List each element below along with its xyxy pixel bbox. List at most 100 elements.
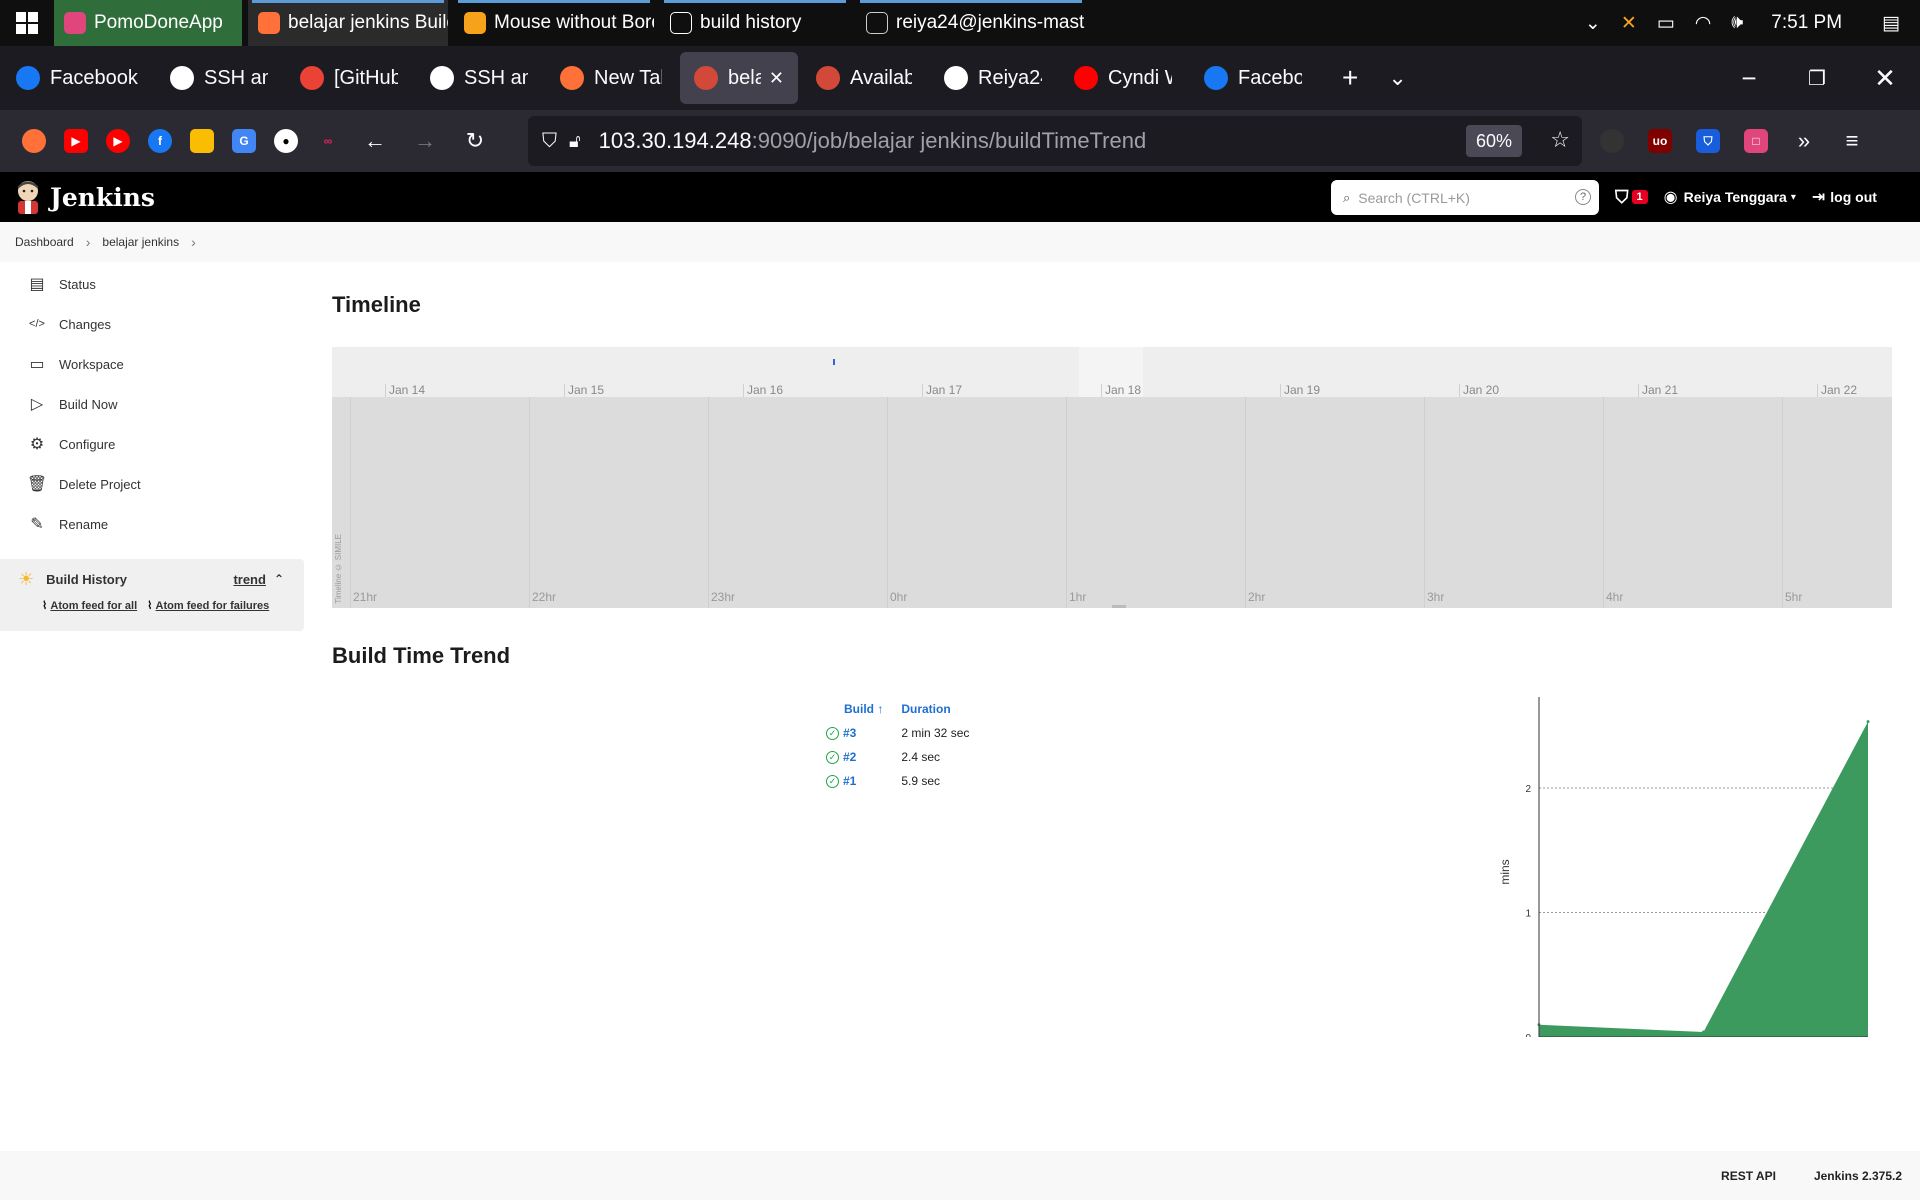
mouse-without-borders-tray-icon[interactable]: ✕ xyxy=(1621,12,1637,35)
user-name-link[interactable]: Reiya Tenggara xyxy=(1684,189,1787,205)
firefox-icon xyxy=(258,12,280,34)
browser-tab-label: belajar j xyxy=(728,66,761,89)
logout-link[interactable]: log out xyxy=(1830,189,1877,205)
app-menu-icon[interactable]: ≡ xyxy=(1840,120,1864,162)
search-input[interactable]: ⌕ Search (CTRL+K) ? xyxy=(1331,180,1599,215)
browser-tab[interactable]: Cyndi Wan xyxy=(1060,52,1186,104)
jenkins-logo[interactable]: Jenkins xyxy=(14,179,155,215)
timeline-grid-line xyxy=(1066,397,1067,608)
build-link[interactable]: #3 xyxy=(843,726,856,740)
reload-icon[interactable]: ↻ xyxy=(454,120,496,162)
jenkins-version-link[interactable]: Jenkins 2.375.2 xyxy=(1814,1169,1902,1183)
duration-column-header[interactable]: Duration xyxy=(893,702,977,720)
chevron-down-icon[interactable]: ▾ xyxy=(1791,192,1796,203)
timeline-grid-line xyxy=(529,397,530,608)
github-icon[interactable]: ● xyxy=(274,129,298,153)
logout-icon: ⇥ xyxy=(1811,189,1826,206)
breadcrumb-job[interactable]: belajar jenkins xyxy=(102,235,179,249)
taskbar-item[interactable]: PomoDoneApp xyxy=(54,0,242,46)
browser-tab[interactable]: Facebook xyxy=(1190,52,1316,104)
table-row: ✓ #3 2 min 32 sec xyxy=(818,722,977,744)
timeline-day-label: Jan 16 xyxy=(743,384,783,397)
side-task-delete-project[interactable]: 🗑︎ Delete Project xyxy=(0,464,304,504)
notifications-icon[interactable]: ▤ xyxy=(1882,12,1900,35)
browser-tab[interactable]: Reiya24/b xyxy=(930,52,1056,104)
taskbar-item-label: Mouse without Borde... xyxy=(494,12,654,33)
volume-icon[interactable]: 🕪 xyxy=(1731,12,1743,34)
pomodone-extension-icon[interactable]: □ xyxy=(1744,129,1768,153)
wifi-icon[interactable]: ◠ xyxy=(1695,12,1712,35)
taskbar-item[interactable]: Mouse without Borde... xyxy=(454,0,654,46)
build-column-header[interactable]: Build ↑ xyxy=(818,702,891,720)
taskbar-item[interactable]: build history xyxy=(660,0,850,46)
youtube-icon[interactable]: ▶ xyxy=(64,129,88,153)
side-task-rename[interactable]: ✎ Rename xyxy=(0,504,304,544)
close-window-button[interactable]: ✕ xyxy=(1851,46,1919,110)
side-task-build-now[interactable]: ▷ Build Now xyxy=(0,384,304,424)
browser-tab[interactable]: SSH and G xyxy=(416,52,542,104)
new-tab-button[interactable]: + xyxy=(1342,62,1358,94)
trend-link[interactable]: trend xyxy=(233,572,266,587)
extension-avatar-icon[interactable] xyxy=(1600,129,1624,153)
browser-tab[interactable]: SSH and G xyxy=(156,52,282,104)
side-task-label: Status xyxy=(59,276,96,292)
bookmark-star-icon[interactable]: ☆ xyxy=(1550,127,1570,153)
browser-tab[interactable]: New Tab xyxy=(546,52,676,104)
timeline-widget[interactable]: Jan 14 Jan 15 Jan 16 Jan 17 Jan 18 Jan 19 Jan … xyxy=(332,347,1892,608)
side-task-status[interactable]: ▤ Status xyxy=(0,264,304,304)
side-task-configure[interactable]: ⚙ Configure xyxy=(0,424,304,464)
help-icon[interactable]: ? xyxy=(1575,189,1591,205)
browser-tab-label: Cyndi Wan xyxy=(1108,66,1172,89)
list-all-tabs-icon[interactable]: ⌄ xyxy=(1388,65,1406,91)
chevron-down-icon[interactable]: ⌄ xyxy=(1585,12,1601,35)
ublock-icon[interactable]: uo xyxy=(1648,129,1672,153)
firefox-icon[interactable] xyxy=(22,129,46,153)
taskbar-item[interactable]: belajar jenkins Build ti... xyxy=(248,0,448,46)
user-avatar-icon: ◉ xyxy=(1663,189,1678,206)
browser-tab[interactable]: belajar j ✕ xyxy=(680,52,798,104)
browser-tab[interactable]: [GitHub] P xyxy=(286,52,412,104)
atom-feed-all-link[interactable]: Atom feed for all xyxy=(50,600,137,612)
minimize-button[interactable]: − xyxy=(1715,46,1783,110)
keep-icon[interactable] xyxy=(190,129,214,153)
clock[interactable]: 7:51 PM xyxy=(1771,12,1842,34)
extension-icon[interactable]: ∞ xyxy=(316,129,340,153)
build-link[interactable]: #1 xyxy=(843,774,856,788)
youtube-music-icon[interactable]: ▶ xyxy=(106,129,130,153)
insecure-lock-icon[interactable]: 🔓︎ xyxy=(569,131,581,152)
atom-feed-failures-link[interactable]: Atom feed for failures xyxy=(156,600,270,612)
address-bar[interactable]: ⛉ 🔓︎ 103.30.194.248:9090/job/belajar jen… xyxy=(528,116,1582,166)
taskbar-item[interactable]: reiya24@jenkins-mast... xyxy=(856,0,1086,46)
timeline-resize-handle[interactable] xyxy=(1112,605,1126,608)
windows-start-icon[interactable] xyxy=(0,0,54,46)
duration-cell: 5.9 sec xyxy=(901,774,941,788)
rest-api-link[interactable]: REST API xyxy=(1721,1169,1776,1183)
side-task-workspace[interactable]: ▭ Workspace xyxy=(0,344,304,384)
shield-icon[interactable]: ⛉ xyxy=(542,130,557,153)
more-tools-icon[interactable]: » xyxy=(1792,120,1816,162)
side-task-changes[interactable]: </> Changes xyxy=(0,304,304,344)
search-placeholder: Search (CTRL+K) xyxy=(1358,189,1470,206)
chevron-right-icon[interactable]: › xyxy=(191,234,196,250)
bitwarden-icon[interactable]: ⛉ xyxy=(1696,129,1720,153)
build-link[interactable]: #2 xyxy=(843,750,856,764)
security-badge[interactable]: 1 xyxy=(1631,190,1648,204)
close-tab-icon[interactable]: ✕ xyxy=(769,68,784,89)
translate-icon[interactable]: G xyxy=(232,129,256,153)
timeline-event-marker[interactable] xyxy=(833,359,835,365)
chart-y-tick-label: 1 xyxy=(1525,908,1531,919)
browser-tab[interactable]: Available E xyxy=(802,52,926,104)
zoom-level-button[interactable]: 60% xyxy=(1465,125,1522,157)
chevron-up-icon[interactable]: ⌃ xyxy=(274,572,284,586)
side-task-label: Workspace xyxy=(59,356,124,372)
build-time-trend-heading: Build Time Trend xyxy=(332,643,511,668)
breadcrumb-dashboard[interactable]: Dashboard xyxy=(15,235,74,249)
security-shield-icon[interactable]: ⛉ xyxy=(1615,187,1629,208)
table-row: ✓ #2 2.4 sec xyxy=(818,746,977,768)
battery-icon[interactable]: ▭ xyxy=(1657,12,1675,35)
back-arrow-icon[interactable]: ← xyxy=(354,120,396,162)
browser-tab[interactable]: Facebook xyxy=(2,52,152,104)
forward-arrow-icon[interactable]: → xyxy=(404,120,446,162)
restore-button[interactable]: ❐ xyxy=(1783,46,1851,110)
facebook-icon[interactable]: f xyxy=(148,129,172,153)
